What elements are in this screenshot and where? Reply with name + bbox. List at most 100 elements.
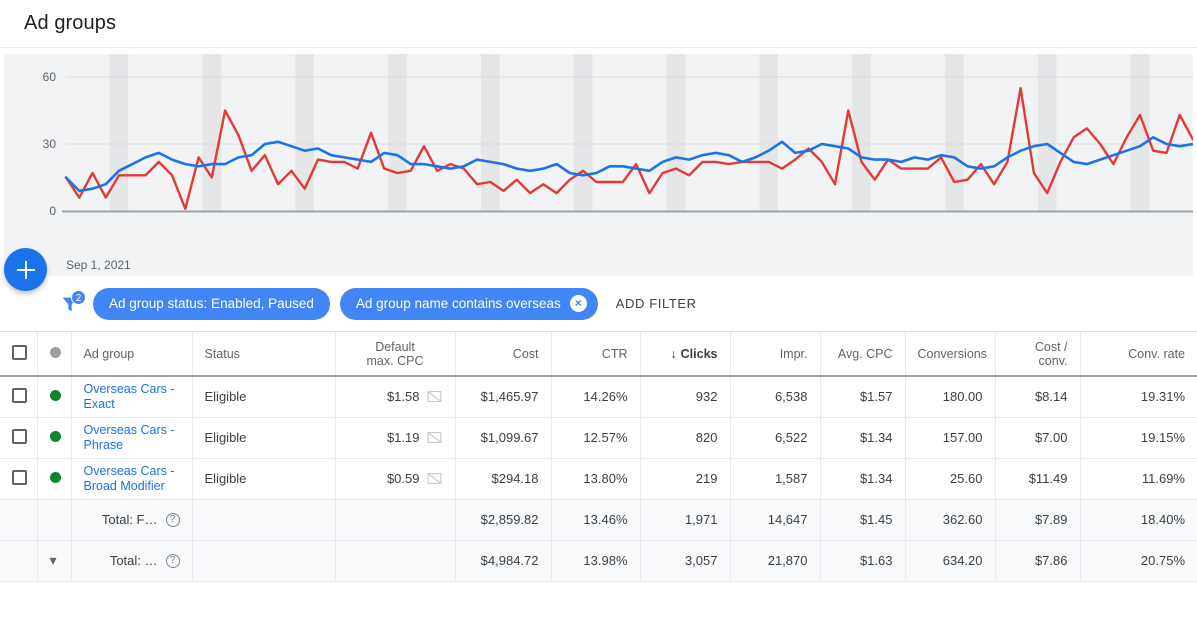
select-all-checkbox[interactable] [12, 344, 27, 360]
total-clicks-cell: 3,057 [640, 540, 731, 581]
total-default-max-cpc-cell [335, 499, 456, 540]
ad-group-cell[interactable]: Overseas Cars - Exact [71, 376, 193, 417]
clicks-cell: 932 [640, 376, 731, 417]
column-header-line1: Default [375, 339, 415, 354]
default-max-cpc-cell[interactable]: $1.58 [335, 376, 456, 417]
column-header-conv-rate[interactable]: Conv. rate [1080, 332, 1197, 377]
close-icon[interactable]: × [569, 295, 587, 312]
ctr-cell: 13.80% [551, 458, 641, 499]
column-header-label: Clicks [680, 346, 718, 361]
column-header-impr[interactable]: Impr. [730, 332, 821, 377]
row-select-cell[interactable] [0, 417, 38, 458]
ad-group-name-line2: Phrase [83, 437, 124, 452]
column-header-cost-conv[interactable]: Cost / conv. [995, 332, 1081, 377]
avg-cpc-cell: $1.57 [820, 376, 906, 417]
filter-count-badge: 2 [71, 289, 86, 305]
table-row[interactable]: Overseas Cars - Phrase Eligible $1.19 $1,099… [0, 417, 1197, 458]
no-edit-icon [427, 391, 441, 403]
total-status-cell [192, 499, 336, 540]
select-all-header[interactable] [0, 332, 38, 377]
ad-group-cell[interactable]: Overseas Cars - Phrase [71, 417, 193, 458]
filter-chip-ad-group-status[interactable]: Ad group status: Enabled, Paused [93, 287, 330, 320]
help-icon[interactable]: ? [165, 553, 180, 568]
total-label-cell: Total: …? [71, 540, 193, 581]
total-clicks-cell: 1,971 [640, 499, 731, 540]
help-icon[interactable]: ? [165, 512, 180, 527]
conversions-cell: 25.60 [905, 458, 996, 499]
total-cost-cell: $4,984.72 [455, 540, 552, 581]
conversions-cell: 180.00 [905, 376, 996, 417]
total-conversions-cell: 362.60 [905, 499, 996, 540]
filter-chip-ad-group-name[interactable]: Ad group name contains overseas × [339, 287, 598, 320]
add-filter-button[interactable]: ADD FILTER [616, 296, 697, 311]
status-cell: Eligible [192, 417, 336, 458]
no-edit-icon [427, 472, 441, 485]
row-select-cell[interactable] [0, 458, 38, 499]
svg-text:60: 60 [43, 70, 57, 84]
status-dot-header [37, 332, 72, 377]
column-header-ctr[interactable]: CTR [551, 332, 641, 377]
column-header-avg-cpc[interactable]: Avg. CPC [820, 332, 906, 377]
total-impr-cell: 21,870 [730, 540, 821, 581]
default-max-cpc-value: $0.59 [386, 471, 420, 486]
filter-icon-with-count[interactable]: 2 [55, 289, 86, 319]
total-expand-cell[interactable]: ▾ [37, 540, 72, 581]
total-expand-cell [37, 499, 72, 540]
ad-group-link[interactable]: Overseas Cars - Phrase [84, 423, 180, 453]
table-body: Overseas Cars - Exact Eligible $1.58 $1,465.… [0, 376, 1197, 581]
column-header-ad-group[interactable]: Ad group [71, 332, 193, 377]
column-header-conversions[interactable]: Conversions [905, 332, 996, 377]
default-max-cpc-cell[interactable]: $0.59 [335, 458, 456, 499]
row-select-cell[interactable] [0, 376, 38, 417]
cost-conv-cell: $7.00 [995, 417, 1081, 458]
avg-cpc-cell: $1.34 [820, 458, 906, 499]
table-row[interactable]: Overseas Cars - Broad Modifier Eligible $0.… [0, 458, 1197, 499]
total-ctr-cell: 13.98% [551, 540, 641, 581]
total-label: Total: F… [101, 512, 158, 527]
ad-group-name-line1: Overseas Cars - [83, 381, 175, 396]
total-cost-conv-cell: $7.86 [995, 540, 1081, 581]
total-row: ▾ Total: …? $4,984.72 13.98% 3,057 21,870 $1.6… [0, 540, 1197, 581]
clicks-cell: 219 [640, 458, 731, 499]
column-header-default-max-cpc[interactable]: Default max. CPC [335, 332, 456, 377]
status-cell: Eligible [192, 376, 336, 417]
ad-group-cell[interactable]: Overseas Cars - Broad Modifier [71, 458, 193, 499]
add-new-button[interactable] [4, 248, 47, 291]
ctr-cell: 14.26% [551, 376, 641, 417]
total-label: Total: … [109, 553, 158, 568]
column-header-status[interactable]: Status [192, 332, 336, 377]
default-max-cpc-cell[interactable]: $1.19 [335, 417, 456, 458]
row-checkbox[interactable] [12, 387, 27, 403]
cost-cell: $294.18 [455, 458, 552, 499]
conv-rate-cell: 19.15% [1140, 430, 1185, 445]
total-default-max-cpc-cell [335, 540, 456, 581]
table-row[interactable]: Overseas Cars - Exact Eligible $1.58 $1,465.… [0, 376, 1197, 417]
filter-chip-label: Ad group status: Enabled, Paused [109, 296, 314, 311]
total-avg-cpc-cell: $1.45 [820, 499, 906, 540]
ad-group-link[interactable]: Overseas Cars - Broad Modifier [84, 464, 180, 494]
row-checkbox[interactable] [12, 469, 27, 485]
column-header-cost[interactable]: Cost [455, 332, 552, 377]
row-checkbox[interactable] [12, 428, 27, 444]
row-status-cell [37, 417, 72, 458]
status-cell: Eligible [192, 458, 336, 499]
default-max-cpc-value: $1.58 [386, 389, 420, 405]
table-header-row: Ad group Status Default max. CPC Cost CT… [0, 332, 1197, 377]
svg-text:0: 0 [49, 204, 56, 218]
ad-groups-table: Ad group Status Default max. CPC Cost CT… [0, 332, 1197, 582]
cost-conv-cell: $8.14 [995, 376, 1081, 417]
total-conv-rate-cell: 18.40% [1140, 512, 1185, 527]
page-title: Ad groups [24, 12, 117, 34]
total-conversions-cell: 634.20 [905, 540, 996, 581]
status-enabled-icon [49, 431, 61, 442]
ad-group-link[interactable]: Overseas Cars - Exact [84, 382, 180, 412]
row-status-cell [37, 458, 72, 499]
filter-bar: 2 Ad group status: Enabled, Paused Ad gr… [0, 248, 1197, 332]
svg-text:30: 30 [43, 137, 57, 151]
expand-chevron-icon[interactable]: ▾ [50, 552, 57, 569]
total-label-cell: Total: F…? [71, 499, 193, 540]
column-header-clicks[interactable]: ↓ Clicks [640, 332, 731, 377]
performance-chart[interactable]: 0 30 60 Sep 1, 2021 [4, 54, 1193, 276]
total-conv-rate-cell: 20.75% [1140, 553, 1185, 568]
chart-svg: 0 30 60 [43, 54, 1193, 218]
